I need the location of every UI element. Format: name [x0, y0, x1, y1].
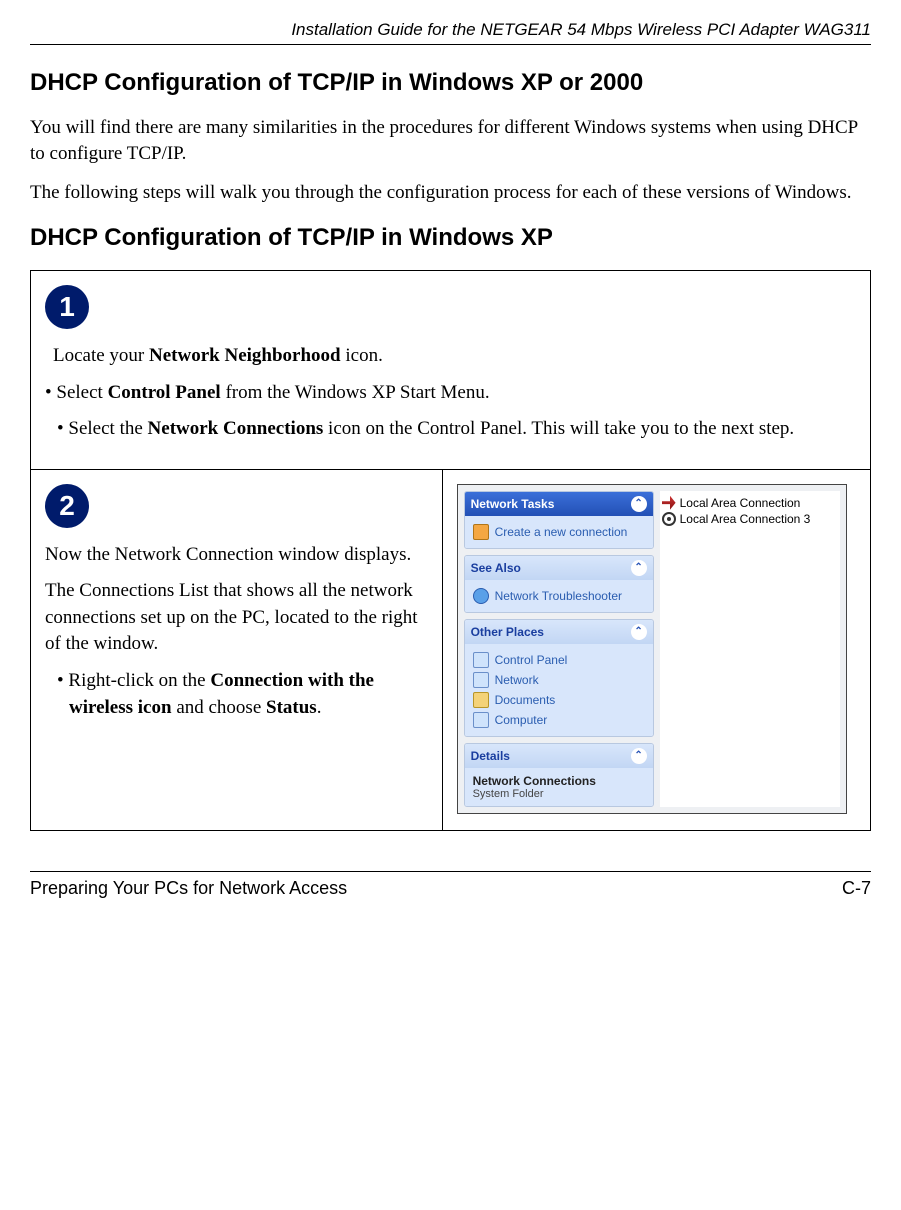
step-2-text-cell: 2 Now the Network Connection window disp…	[31, 469, 443, 830]
step-badge-2: 2	[45, 484, 89, 528]
intro-paragraph-2: The following steps will walk you throug…	[30, 180, 871, 206]
xp-network-connections-screenshot: Network Tasks ⌃ Create a new connection	[457, 484, 847, 814]
chevron-up-icon: ⌃	[631, 560, 647, 576]
xp-network-tasks-header[interactable]: Network Tasks ⌃	[465, 492, 653, 516]
xp-details-title: Network Connections	[473, 774, 645, 788]
info-icon	[473, 588, 489, 604]
step-2-text: Now the Network Connection window displa…	[45, 542, 428, 722]
xp-connection-wireless[interactable]: Local Area Connection 3	[662, 511, 838, 527]
xp-connections-list: Local Area Connection Local Area Connect…	[660, 491, 840, 807]
footer-page-number: C-7	[842, 878, 871, 899]
step-1-cell: 1 Locate your Network Neighborhood icon.…	[31, 270, 871, 469]
xp-sidebar: Network Tasks ⌃ Create a new connection	[464, 491, 654, 807]
xp-other-places-header[interactable]: Other Places ⌃	[465, 620, 653, 644]
xp-details-subtitle: System Folder	[473, 788, 645, 800]
xp-connection-wired[interactable]: Local Area Connection	[662, 495, 838, 511]
xp-computer-link[interactable]: Computer	[473, 710, 645, 730]
chevron-up-icon: ⌃	[631, 624, 647, 640]
xp-network-link[interactable]: Network	[473, 670, 645, 690]
computer-icon	[473, 712, 489, 728]
folder-icon	[473, 692, 489, 708]
xp-details-box: Details ⌃ Network Connections System Fol…	[464, 743, 654, 807]
wireless-connection-icon	[662, 512, 676, 526]
new-connection-icon	[473, 524, 489, 540]
wired-connection-icon	[662, 496, 676, 510]
xp-create-new-connection-link[interactable]: Create a new connection	[473, 522, 645, 542]
chevron-up-icon: ⌃	[631, 496, 647, 512]
footer-section-name: Preparing Your PCs for Network Access	[30, 878, 347, 899]
doc-title: Installation Guide for the NETGEAR 54 Mb…	[291, 20, 871, 39]
steps-table: 1 Locate your Network Neighborhood icon.…	[30, 270, 871, 831]
page-footer: Preparing Your PCs for Network Access C-…	[30, 871, 871, 899]
xp-see-also-header[interactable]: See Also ⌃	[465, 556, 653, 580]
xp-see-also-box: See Also ⌃ Network Troubleshooter	[464, 555, 654, 613]
xp-network-tasks-box: Network Tasks ⌃ Create a new connection	[464, 491, 654, 549]
xp-network-troubleshooter-link[interactable]: Network Troubleshooter	[473, 586, 645, 606]
step-number-1: 1	[59, 291, 75, 323]
section-heading-xp: DHCP Configuration of TCP/IP in Windows …	[30, 224, 871, 252]
intro-paragraph-1: You will find there are many similaritie…	[30, 115, 871, 166]
doc-header: Installation Guide for the NETGEAR 54 Mb…	[30, 20, 871, 45]
chevron-up-icon: ⌃	[631, 748, 647, 764]
step-2-image-cell: Network Tasks ⌃ Create a new connection	[442, 469, 870, 830]
section-heading-main: DHCP Configuration of TCP/IP in Windows …	[30, 69, 871, 97]
network-icon	[473, 672, 489, 688]
control-panel-icon	[473, 652, 489, 668]
step-badge-1: 1	[45, 285, 89, 329]
step-number-2: 2	[59, 490, 75, 522]
xp-documents-link[interactable]: Documents	[473, 690, 645, 710]
xp-control-panel-link[interactable]: Control Panel	[473, 650, 645, 670]
xp-details-header[interactable]: Details ⌃	[465, 744, 653, 768]
step-1-text: Locate your Network Neighborhood icon. •…	[45, 343, 856, 443]
xp-other-places-box: Other Places ⌃ Control Panel	[464, 619, 654, 737]
